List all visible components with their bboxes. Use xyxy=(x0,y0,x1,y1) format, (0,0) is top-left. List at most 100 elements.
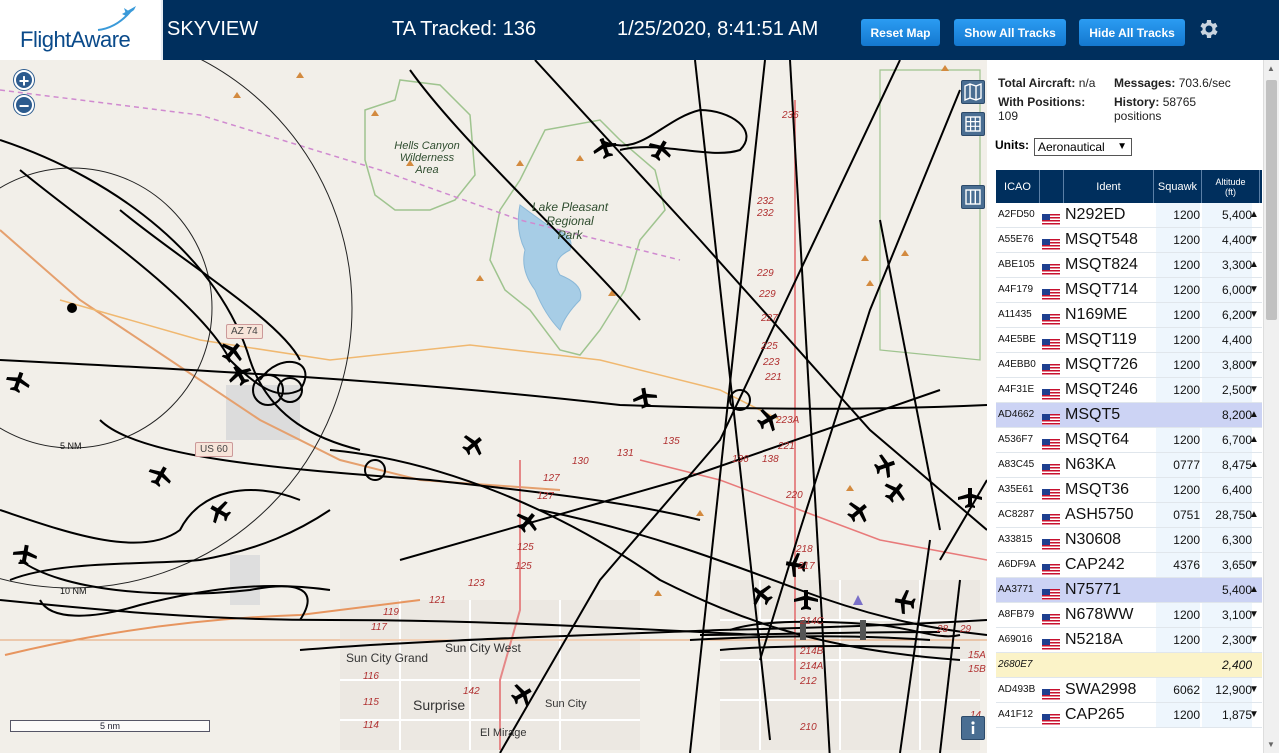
stat-positions-value: 109 xyxy=(998,109,1019,123)
cell-ident: SWA2998 xyxy=(1065,681,1137,698)
table-row[interactable]: AD4662 MSQT5 8,200 ▲ xyxy=(996,403,1262,428)
cell-icao: A35E61 xyxy=(998,484,1034,495)
table-row[interactable]: AA3771 N75771 5,400 ▲ xyxy=(996,578,1262,603)
cell-icao: A8FB79 xyxy=(998,609,1035,620)
table-row[interactable]: A11435 N169ME 1200 6,200 ▼ xyxy=(996,303,1262,328)
units-select[interactable]: Aeronautical ▼ xyxy=(1034,138,1132,156)
cell-ident: MSQT64 xyxy=(1065,431,1130,448)
aircraft-table: ICAO Ident Squawk Altitude (ft) A2FD50 N2… xyxy=(996,170,1262,728)
us-flag-icon xyxy=(1042,310,1060,325)
table-row[interactable]: A4EBB0 MSQT726 1200 3,800 ▼ xyxy=(996,353,1262,378)
cell-altitude: 2,400 xyxy=(1221,658,1252,672)
col-header-icao[interactable]: ICAO xyxy=(996,170,1040,203)
cell-squawk: 1200 xyxy=(1156,603,1200,627)
table-row[interactable]: A35E61 MSQT36 1200 6,400 xyxy=(996,478,1262,503)
us-flag-icon xyxy=(1042,410,1060,425)
table-row[interactable]: A6DF9A CAP242 4376 3,650 ▼ xyxy=(996,553,1262,578)
cell-squawk: 1200 xyxy=(1156,253,1200,277)
cell-squawk: 1200 xyxy=(1156,478,1200,502)
cell-icao: A33815 xyxy=(998,534,1033,545)
us-flag-icon xyxy=(1042,685,1060,700)
info-button[interactable] xyxy=(961,716,985,740)
cell-squawk: 1200 xyxy=(1156,528,1200,552)
cell-icao: AD493B xyxy=(998,684,1036,695)
table-row[interactable]: A536F7 MSQT64 1200 6,700 ▲ xyxy=(996,428,1262,453)
col-header-altitude[interactable]: Altitude (ft) xyxy=(1202,170,1260,203)
label-line: Area xyxy=(415,164,439,176)
road-number: 116 xyxy=(363,671,379,682)
map-layers-button[interactable] xyxy=(961,80,985,104)
cell-icao: AA3771 xyxy=(998,584,1034,595)
cell-trend-icon: ▼ xyxy=(1249,284,1259,295)
gear-icon[interactable] xyxy=(1196,17,1220,41)
reset-map-button[interactable]: Reset Map xyxy=(861,19,940,46)
cell-squawk: 1200 xyxy=(1156,303,1200,327)
table-row[interactable]: A41F12 CAP265 1200 1,875 ▼ xyxy=(996,703,1262,728)
cell-trend-icon: ▼ xyxy=(1249,709,1259,720)
table-row[interactable]: A69016 N5218A 1200 2,300 ▼ xyxy=(996,628,1262,653)
cell-ident: N30608 xyxy=(1065,531,1122,548)
cell-trend-icon: ▼ xyxy=(1249,359,1259,370)
cell-ident: N75771 xyxy=(1065,581,1122,598)
cell-squawk: 6062 xyxy=(1156,678,1200,702)
columns-icon xyxy=(965,189,981,205)
cell-trend-icon: ▼ xyxy=(1249,309,1259,320)
cell-altitude: 5,400 xyxy=(1202,203,1252,227)
road-number: 123 xyxy=(468,578,485,589)
map-scale-bar: 5 nm xyxy=(10,720,210,732)
road-number: 221 xyxy=(778,441,795,452)
show-all-tracks-button[interactable]: Show All Tracks xyxy=(954,19,1066,46)
col-header-squawk[interactable]: Squawk xyxy=(1154,170,1202,203)
grid-toggle-button[interactable] xyxy=(961,112,985,136)
chevron-down-icon: ▼ xyxy=(1117,141,1127,152)
table-row[interactable]: A8FB79 N678WW 1200 3,100 ▼ xyxy=(996,603,1262,628)
cell-squawk: 1200 xyxy=(1156,703,1200,727)
scroll-down-icon[interactable]: ▼ xyxy=(1267,740,1275,749)
label-line: Park xyxy=(557,228,583,242)
table-row[interactable]: ABE105 MSQT824 1200 3,300 ▲ xyxy=(996,253,1262,278)
cell-ident: N292ED xyxy=(1065,206,1126,223)
scroll-up-icon[interactable]: ▲ xyxy=(1267,64,1275,73)
table-row[interactable]: A4F31E MSQT246 1200 2,500 ▼ xyxy=(996,378,1262,403)
label-line: Wilderness xyxy=(399,152,455,164)
table-row[interactable]: A4F179 MSQT714 1200 6,000 ▼ xyxy=(996,278,1262,303)
road-number: 138 xyxy=(762,454,779,465)
flightaware-logo[interactable]: FlightAware xyxy=(0,0,163,60)
cell-trend-icon: ▲ xyxy=(1249,409,1259,420)
cell-squawk: 1200 xyxy=(1156,328,1200,352)
table-row[interactable]: 2680E7 2,400 xyxy=(996,653,1262,678)
label-line: Hells Canyon xyxy=(394,140,460,152)
us-flag-icon xyxy=(1042,335,1060,350)
cell-altitude: 5,400 xyxy=(1221,583,1252,597)
road-number: 127 xyxy=(543,473,560,484)
sidebar-toggle-button[interactable] xyxy=(961,185,985,209)
road-number: 117 xyxy=(371,622,387,633)
us-flag-icon xyxy=(1042,235,1060,250)
tracked-count: TA Tracked: 136 xyxy=(392,18,537,40)
table-row[interactable]: A55E76 MSQT548 1200 4,400 ▼ xyxy=(996,228,1262,253)
road-number: 121 xyxy=(429,595,446,606)
us-flag-icon xyxy=(1042,510,1060,525)
sidebar-scrollbar[interactable]: ▲ ▼ xyxy=(1263,60,1279,753)
col-header-ident[interactable]: Ident xyxy=(1064,170,1154,203)
table-row[interactable]: AC8287 ASH5750 0751 28,750 ▲ xyxy=(996,503,1262,528)
us-flag-icon xyxy=(1042,285,1060,300)
cell-altitude: 3,800 xyxy=(1202,353,1252,377)
hide-all-tracks-button[interactable]: Hide All Tracks xyxy=(1079,19,1185,46)
cell-ident: MSQT824 xyxy=(1065,256,1138,273)
zoom-out-button[interactable]: − xyxy=(14,95,34,115)
zoom-in-button[interactable]: + xyxy=(14,70,34,90)
table-row[interactable]: A4E5BE MSQT119 1200 4,400 xyxy=(996,328,1262,353)
road-number: 223A xyxy=(776,415,800,426)
scrollbar-thumb[interactable] xyxy=(1266,80,1277,320)
col-header-flag[interactable] xyxy=(1040,170,1064,203)
table-row[interactable]: AD493B SWA2998 6062 12,900 ▼ xyxy=(996,678,1262,703)
shield-az74: AZ 74 xyxy=(226,324,263,339)
road-number: 131 xyxy=(617,448,634,459)
table-row[interactable]: A33815 N30608 1200 6,300 xyxy=(996,528,1262,553)
aircraft-map[interactable]: Hells Canyon Wilderness Area Lake Pleasa… xyxy=(0,60,987,753)
cell-trend-icon: ▼ xyxy=(1249,559,1259,570)
cell-trend-icon: ▼ xyxy=(1249,384,1259,395)
table-row[interactable]: A83C45 N63KA 0777 8,475 ▲ xyxy=(996,453,1262,478)
table-row[interactable]: A2FD50 N292ED 1200 5,400 ▲ xyxy=(996,203,1262,228)
